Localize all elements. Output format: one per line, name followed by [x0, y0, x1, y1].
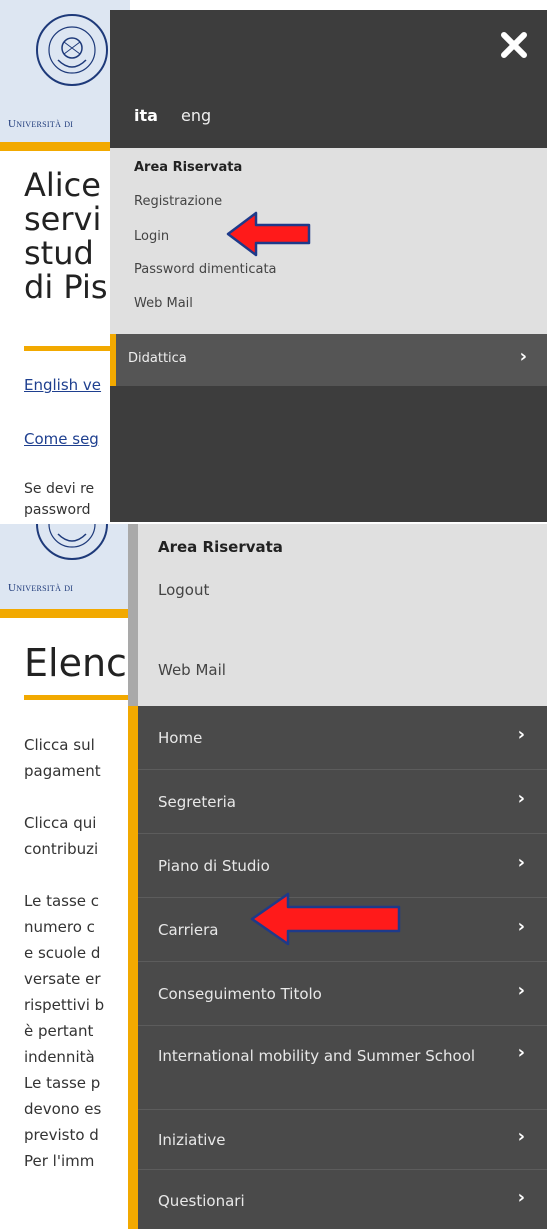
menu-item-segreteria[interactable]: Segreteria › [138, 770, 547, 834]
menu-item-label: Piano di Studio [158, 857, 270, 875]
menu-item-piano-di-studio[interactable]: Piano di Studio › [138, 834, 547, 898]
body-text-line: Se devi re [24, 481, 95, 497]
lang-eng-link[interactable]: eng [181, 106, 211, 125]
menu-item-label: Segreteria [158, 793, 236, 811]
area-strip [128, 524, 138, 706]
how-to-link[interactable]: Come seg [24, 430, 99, 448]
menu-item-conseguimento-titolo[interactable]: Conseguimento Titolo › [138, 962, 547, 1026]
english-version-link[interactable]: English ve [24, 376, 101, 394]
title-gold-rule [24, 695, 130, 700]
menu-item-international-mobility[interactable]: International mobility and Summer School… [138, 1026, 547, 1110]
language-switcher: ita eng [134, 106, 229, 125]
registrazione-link[interactable]: Registrazione [134, 194, 222, 209]
chevron-right-icon: › [517, 1042, 525, 1063]
menu-item-questionari[interactable]: Questionari › [138, 1170, 547, 1229]
paragraph-2: Clicca qui contribuzi [24, 814, 99, 858]
area-riservata-title: Area Riservata [158, 538, 283, 556]
menu-item-label: Iniziative [158, 1131, 226, 1149]
side-menu: Area Riservata Logout Web Mail Home › Se… [128, 524, 547, 1229]
web-mail-link[interactable]: Web Mail [158, 661, 226, 679]
chevron-right-icon: › [517, 1126, 525, 1147]
login-link[interactable]: Login [134, 229, 169, 244]
didattica-label: Didattica [128, 351, 187, 366]
annotation-arrow-login [226, 211, 311, 257]
menu-item-label: International mobility and Summer School [158, 1047, 476, 1065]
password-dimenticata-link[interactable]: Password dimenticata [134, 262, 277, 277]
paragraph-3: Le tasse c numero c e scuole d versate e… [24, 892, 105, 1170]
chevron-right-icon: › [517, 724, 525, 745]
area-riservata-section: Area Riservata Logout Web Mail [128, 524, 547, 706]
university-name: Università di [8, 118, 74, 130]
chevron-right-icon: › [517, 916, 525, 937]
annotation-arrow-carriera [250, 892, 401, 946]
chevron-right-icon: › [517, 980, 525, 1001]
page-title: Elenc [24, 641, 127, 685]
page-title: Alice servi stud di Pis [24, 166, 108, 306]
menu-item-iniziative[interactable]: Iniziative › [138, 1110, 547, 1170]
university-name: Università di [8, 582, 74, 594]
menu-item-didattica[interactable]: Didattica › [110, 334, 547, 386]
chevron-right-icon: › [517, 852, 525, 873]
menu-item-label: Home [158, 729, 203, 747]
close-icon[interactable] [499, 30, 529, 60]
chevron-right-icon: › [519, 346, 527, 367]
menu-item-label: Conseguimento Titolo [158, 985, 322, 1003]
web-mail-link[interactable]: Web Mail [134, 296, 193, 311]
chevron-right-icon: › [517, 788, 525, 809]
paragraph-1: Clicca sul pagament [24, 736, 101, 780]
menu-item-label: Carriera [158, 921, 219, 939]
area-riservata-title: Area Riservata [134, 160, 243, 175]
university-seal-logo [36, 524, 108, 560]
chevron-right-icon: › [517, 1187, 525, 1208]
area-riservata-section: Area Riservata Registrazione Login Passw… [110, 148, 547, 334]
screenshot-panel-login: Università di Alice servi stud di Pis En… [0, 0, 547, 522]
nav-gold-strip [128, 706, 138, 1229]
body-text-line: password [24, 502, 91, 518]
menu-item-label: Questionari [158, 1192, 245, 1210]
university-seal-logo [36, 14, 108, 86]
side-menu: ita eng Area Riservata Registrazione Log… [110, 10, 547, 522]
header-gold-line [0, 609, 130, 618]
lang-ita-link[interactable]: ita [134, 106, 158, 125]
screenshot-panel-career: Università di Elenc Clicca sul pagament … [0, 522, 547, 1229]
logout-link[interactable]: Logout [158, 581, 209, 599]
menu-item-home[interactable]: Home › [138, 706, 547, 770]
